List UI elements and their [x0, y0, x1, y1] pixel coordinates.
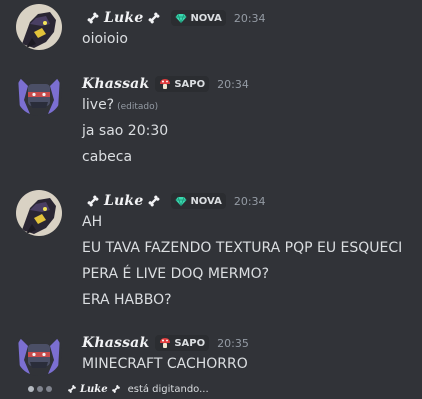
- avatar-luke[interactable]: [16, 190, 62, 236]
- mushroom-icon: [159, 337, 171, 349]
- typing-username: Luke: [80, 383, 108, 395]
- badge-label: SAPO: [174, 337, 206, 349]
- badge-label: NOVA: [190, 195, 222, 207]
- bone-icon: [86, 194, 100, 208]
- typing-dot: [37, 386, 43, 392]
- username[interactable]: Luke: [104, 193, 143, 209]
- username[interactable]: Khassak: [82, 76, 149, 92]
- role-badge[interactable]: SAPO: [155, 76, 210, 92]
- role-badge[interactable]: NOVA: [171, 193, 226, 209]
- role-badge[interactable]: NOVA: [171, 10, 226, 26]
- message-text: ERA HABBO?: [82, 292, 172, 308]
- message-text: cabeca: [82, 149, 133, 165]
- message-header: Khassak SAPO 20:35: [82, 334, 249, 352]
- timestamp[interactable]: 20:34: [234, 195, 266, 208]
- message-header: Khassak SAPO 20:34: [82, 75, 249, 93]
- avatar-khassak[interactable]: [16, 70, 62, 116]
- avatar-khassak[interactable]: [16, 330, 62, 376]
- role-badge[interactable]: SAPO: [155, 335, 210, 351]
- avatar-luke[interactable]: [16, 4, 62, 50]
- message-text: EU TAVA FAZENDO TEXTURA PQP EU ESQUECI: [82, 240, 403, 256]
- message-text: live? (editado): [82, 97, 158, 113]
- bone-icon: [86, 11, 100, 25]
- username[interactable]: Luke: [104, 10, 143, 26]
- typing-indicator: Luke está digitando...: [28, 382, 209, 396]
- diamond-icon: [175, 12, 187, 24]
- timestamp[interactable]: 20:34: [234, 12, 266, 25]
- message-header: Luke NOVA 20:34: [82, 192, 266, 210]
- diamond-icon: [175, 195, 187, 207]
- message-text: PERA É LIVE DOQ MERMO?: [82, 266, 270, 282]
- edited-label: (editado): [117, 102, 159, 112]
- chat-window: Luke NOVA 20:34 oioioio Khassak SAPO 20:…: [0, 0, 422, 399]
- badge-label: NOVA: [190, 12, 222, 24]
- typing-dots-icon: [28, 386, 52, 392]
- bone-icon: [111, 384, 121, 394]
- message-text: AH: [82, 214, 103, 230]
- bone-icon: [147, 11, 161, 25]
- message-text: oioioio: [82, 31, 128, 47]
- bone-icon: [147, 194, 161, 208]
- message-content: live?: [82, 97, 115, 113]
- typing-dot: [46, 386, 52, 392]
- badge-label: SAPO: [174, 78, 206, 90]
- message-header: Luke NOVA 20:34: [82, 9, 266, 27]
- username[interactable]: Khassak: [82, 335, 149, 351]
- message-text: ja sao 20:30: [82, 123, 169, 139]
- typing-text: está digitando...: [127, 383, 209, 395]
- message-text: MINECRAFT CACHORRO: [82, 356, 248, 372]
- mushroom-icon: [159, 78, 171, 90]
- bone-icon: [67, 384, 77, 394]
- timestamp[interactable]: 20:35: [217, 337, 249, 350]
- typing-dot: [28, 386, 34, 392]
- timestamp[interactable]: 20:34: [217, 78, 249, 91]
